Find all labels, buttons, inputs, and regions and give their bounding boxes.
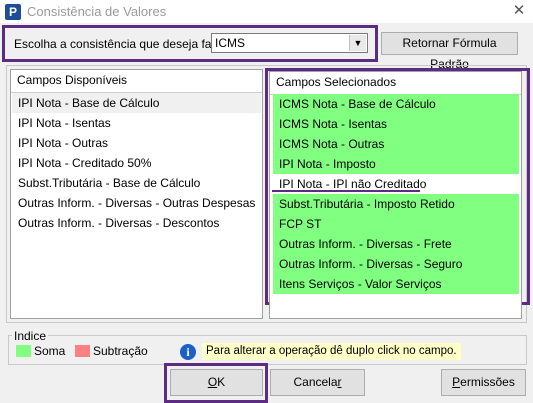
soma-label: Soma (34, 344, 66, 358)
cancel-button-label: Cancela (293, 375, 338, 389)
info-note: Para alterar a operação dê duplo click n… (202, 343, 461, 360)
retornar-formula-button[interactable]: Retornar Fórmula Padrão (381, 32, 518, 71)
list-item[interactable]: ICMS Nota - Outras (273, 134, 519, 154)
selected-item-underline (272, 190, 420, 192)
list-item[interactable]: Outras Inform. - Diversas - Seguro (273, 254, 519, 274)
list-item[interactable]: ICMS Nota - Isentas (273, 114, 519, 134)
soma-swatch (16, 345, 31, 357)
title-bar: P Consistência de Valores ✕ (0, 0, 533, 23)
ok-button[interactable]: OK (170, 369, 263, 396)
window-title: Consistência de Valores (27, 4, 167, 19)
list-item[interactable]: IPI Nota - Base de Cálculo (12, 93, 261, 113)
list-item[interactable]: Subst.Tributária - Base de Cálculo (12, 173, 200, 193)
list-item[interactable]: IPI Nota - Outras (12, 133, 108, 153)
list-item[interactable]: IPI Nota - Imposto (273, 154, 519, 174)
list-item[interactable]: Outras Inform. - Diversas - Outras Despe… (12, 193, 255, 213)
subtracao-swatch (75, 345, 90, 357)
list-item[interactable]: Subst.Tributária - Imposto Retido (273, 194, 519, 214)
selected-fields-list[interactable]: Campos Selecionados ICMS Nota - Base de … (269, 71, 522, 319)
permissions-button-label: ermissões (460, 375, 515, 389)
close-icon[interactable]: ✕ (505, 0, 533, 23)
list-item[interactable]: Outras Inform. - Diversas - Descontos (12, 213, 219, 233)
cancel-button[interactable]: Cancelar (270, 369, 365, 396)
consistency-select-value: ICMS (215, 36, 245, 50)
chevron-down-icon[interactable]: ▼ (349, 35, 366, 51)
permissions-button-key: P (452, 375, 461, 389)
cancel-button-key: r (337, 375, 342, 389)
consistency-label: Escolha a consistência que deseja fazer: (14, 37, 232, 51)
selected-fields-header: Campos Selecionados (270, 72, 521, 95)
ok-button-label: K (217, 375, 226, 389)
list-item[interactable]: IPI Nota - Isentas (12, 113, 111, 133)
subtracao-label: Subtração (93, 344, 148, 358)
ok-button-key: O (207, 375, 218, 389)
list-item[interactable]: Itens Serviços - Valor Serviços (273, 274, 519, 294)
consistency-select[interactable]: ICMS ▼ (211, 33, 368, 53)
list-item[interactable]: ICMS Nota - Base de Cálculo (273, 94, 519, 114)
legend-title: Indice (12, 329, 49, 343)
app-icon: P (5, 4, 21, 20)
list-item[interactable]: IPI Nota - Creditado 50% (12, 153, 151, 173)
available-fields-header: Campos Disponíveis (11, 70, 262, 93)
info-icon: i (180, 344, 196, 360)
list-item[interactable]: FCP ST (273, 214, 519, 234)
list-item[interactable]: Outras Inform. - Diversas - Frete (273, 234, 519, 254)
available-fields-list[interactable]: Campos Disponíveis IPI Nota - Base de Cá… (10, 69, 263, 319)
permissions-button[interactable]: Permissões (441, 369, 526, 396)
